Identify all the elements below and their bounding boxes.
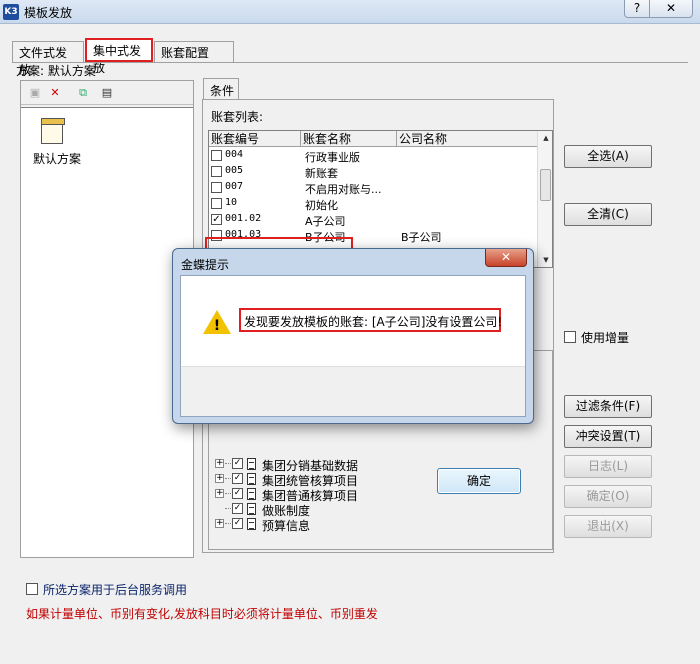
exit-button[interactable]: 退出(X) (564, 515, 652, 538)
warning-mark-icon: ! (213, 318, 221, 334)
tree-item[interactable]: + ✓ 集团统管核算项目 (215, 472, 415, 488)
scroll-up-icon[interactable]: ▲ (538, 131, 552, 145)
app-logo-icon: K3 (3, 4, 19, 20)
warning-note: 如果计量单位、币别有变化,发放科目时必须将计量单位、币别重发 (26, 607, 378, 621)
document-icon (247, 488, 256, 500)
grid-scrollbar[interactable]: ▲ ▼ (537, 131, 552, 267)
row-name: A子公司 (305, 215, 346, 228)
row-checkbox[interactable] (211, 182, 222, 193)
tree-item-label: 预算信息 (262, 519, 311, 533)
select-all-button[interactable]: 全选(A) (564, 145, 652, 168)
scroll-thumb[interactable] (540, 169, 551, 201)
tab-account-config[interactable]: 账套配置 (154, 41, 234, 63)
table-row[interactable]: 004 行政事业版 (209, 148, 537, 164)
tab-conditions[interactable]: 条件 (203, 78, 239, 100)
dialog-close-button[interactable]: ✕ (485, 249, 527, 267)
tree-item[interactable]: + ✓ 集团分销基础数据 (215, 457, 415, 473)
tree-item[interactable]: + ✓ 集团普通核算项目 (215, 487, 415, 503)
copy-icon[interactable]: ⧉ (75, 85, 91, 101)
row-code: 005 (225, 165, 244, 176)
table-row[interactable]: ✓ 001.02 A子公司 (209, 212, 537, 228)
row-company: B子公司 (401, 231, 442, 244)
document-icon (247, 518, 256, 530)
row-name: 行政事业版 (305, 151, 360, 164)
properties-icon[interactable]: ▤ (99, 85, 115, 101)
table-row[interactable]: 007 不启用对账与... (209, 180, 537, 196)
row-code: 007 (225, 181, 244, 192)
tree-item[interactable]: ✓ 做账制度 (215, 502, 415, 518)
row-code: 004 (225, 149, 244, 160)
row-checkbox[interactable]: ✓ (211, 214, 222, 225)
tab-file-distribution[interactable]: 文件式发放 (12, 41, 84, 77)
use-incremental-checkbox[interactable] (564, 331, 576, 343)
scheme-tree: 默认方案 (21, 107, 193, 557)
column-header-company[interactable]: 公司名称 (397, 131, 552, 147)
document-icon (247, 458, 256, 470)
dialog-ok-button[interactable]: 确定 (437, 468, 521, 494)
tree-item-checkbox[interactable]: ✓ (232, 488, 243, 499)
background-service-checkbox[interactable] (26, 583, 38, 595)
row-code: 10 (225, 197, 238, 208)
tree-item-checkbox[interactable]: ✓ (232, 518, 243, 529)
tab-central-distribution[interactable]: 集中式发放 (85, 38, 153, 75)
scheme-toolbar: ▣ ✕ ⧉ ▤ (21, 81, 193, 105)
row-checkbox[interactable] (211, 150, 222, 161)
expand-icon[interactable]: + (215, 474, 224, 483)
table-row[interactable]: 005 新账套 (209, 164, 537, 180)
use-incremental-label[interactable]: 使用增量 (581, 329, 629, 346)
row-name: 初始化 (305, 199, 338, 212)
save-icon[interactable]: ▣ (27, 85, 43, 101)
conflict-settings-button[interactable]: 冲突设置(T) (564, 425, 652, 448)
delete-icon[interactable]: ✕ (47, 85, 63, 101)
row-checkbox[interactable] (211, 166, 222, 177)
row-name: 新账套 (305, 167, 338, 180)
window-title: 模板发放 (24, 6, 73, 20)
close-button[interactable]: ✕ (649, 0, 693, 18)
dialog-footer: 确定 (181, 366, 525, 494)
expand-icon[interactable]: + (215, 489, 224, 498)
clear-all-button[interactable]: 全清(C) (564, 203, 652, 226)
tree-item[interactable]: + ✓ 预算信息 (215, 517, 415, 533)
dialog-body: ! 发现要发放模板的账套: [A子公司]没有设置公司! 确定 (180, 275, 526, 494)
help-button[interactable]: ? (624, 0, 650, 18)
expand-icon[interactable]: + (215, 459, 224, 468)
column-header-code[interactable]: 账套编号 (209, 131, 301, 147)
scroll-down-icon[interactable]: ▼ (538, 253, 552, 267)
table-row[interactable]: 10 初始化 (209, 196, 537, 212)
scheme-label: 方案: 默认方案 (16, 64, 96, 78)
dialog-title: 金蝶提示 (181, 258, 230, 272)
row-checkbox[interactable] (211, 198, 222, 209)
log-button[interactable]: 日志(L) (564, 455, 652, 478)
expand-icon[interactable]: + (215, 519, 224, 528)
tab-divider (12, 62, 688, 63)
folder-icon[interactable] (41, 118, 65, 144)
row-code: 001.02 (225, 213, 262, 224)
background-service-label[interactable]: 所选方案用于后台服务调用 (43, 581, 187, 598)
tree-item-checkbox[interactable]: ✓ (232, 503, 243, 514)
filter-button[interactable]: 过滤条件(F) (564, 395, 652, 418)
title-bar: K3 模板发放 ? ✕ (0, 0, 700, 24)
account-list-title: 账套列表: (211, 110, 264, 124)
confirm-button[interactable]: 确定(O) (564, 485, 652, 508)
column-header-name[interactable]: 账套名称 (301, 131, 397, 147)
document-icon (247, 503, 256, 515)
scheme-item-label[interactable]: 默认方案 (33, 150, 81, 167)
dialog-message: 发现要发放模板的账套: [A子公司]没有设置公司! (239, 308, 502, 332)
row-name: 不启用对账与... (305, 183, 382, 196)
alert-dialog: 金蝶提示 ✕ ! 发现要发放模板的账套: [A子公司]没有设置公司! 确定 (172, 248, 534, 494)
tree-item-checkbox[interactable]: ✓ (232, 473, 243, 484)
tree-item-checkbox[interactable]: ✓ (232, 458, 243, 469)
scheme-panel: ▣ ✕ ⧉ ▤ 默认方案 (20, 80, 194, 558)
document-icon (247, 473, 256, 485)
grid-header: 账套编号 账套名称 公司名称 (209, 131, 537, 147)
